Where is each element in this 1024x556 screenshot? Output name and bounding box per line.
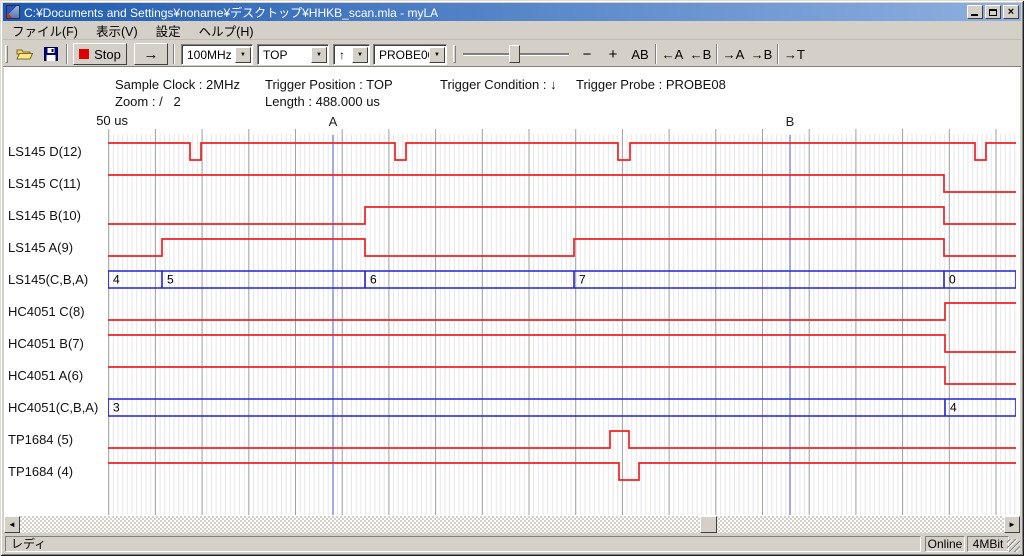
slider-thumb[interactable]	[509, 45, 520, 63]
trigger-condition-info: Trigger Condition : ↓	[440, 77, 557, 92]
sample-clock-combo[interactable]: 100MHz ▼	[181, 44, 253, 65]
menu-settings[interactable]: 設定	[147, 19, 190, 42]
scrollbar-thumb[interactable]	[700, 516, 717, 533]
open-folder-icon	[16, 47, 34, 61]
resize-grip[interactable]	[1007, 539, 1020, 552]
signal-label: HC4051 B(7)	[8, 328, 108, 360]
app-icon	[6, 5, 20, 19]
floppy-icon	[44, 47, 58, 61]
svg-text:3: 3	[113, 401, 120, 415]
set-marker-a-button[interactable]: →A	[720, 43, 747, 65]
chevron-down-icon[interactable]: ▼	[311, 47, 327, 63]
menu-file[interactable]: ファイル(F)	[3, 19, 87, 42]
signal-label: TP1684 (4)	[8, 456, 108, 488]
toolbar-separator	[777, 44, 779, 64]
status-online-badge: Online	[925, 536, 965, 552]
signal-label: LS145 C(11)	[8, 168, 108, 200]
menu-view[interactable]: 表示(V)	[87, 19, 147, 42]
svg-text:B: B	[786, 114, 795, 129]
chevron-down-icon[interactable]: ▼	[352, 47, 368, 63]
toolbar-separator	[66, 44, 68, 64]
stop-button[interactable]: Stop	[73, 43, 127, 65]
svg-text:0: 0	[949, 273, 956, 287]
save-button[interactable]	[39, 43, 63, 65]
scroll-right-button[interactable]: ►	[1004, 516, 1020, 533]
sample-clock-info: Sample Clock : 2MHz	[115, 77, 240, 92]
svg-text:5: 5	[167, 273, 174, 287]
scroll-left-icon: ◄	[8, 520, 16, 529]
trigger-probe-info: Trigger Probe : PROBE08	[576, 77, 726, 92]
goto-trigger-button[interactable]: →T	[781, 43, 808, 65]
horizontal-scrollbar[interactable]: ◄ ►	[4, 516, 1020, 533]
signal-label: TP1684 (5)	[8, 424, 108, 456]
scroll-right-icon: ►	[1008, 520, 1016, 529]
trigger-position-combo[interactable]: TOP ▼	[257, 44, 329, 65]
goto-marker-b-button[interactable]: ←B	[687, 43, 714, 65]
svg-text:4: 4	[950, 401, 957, 415]
open-file-button[interactable]	[13, 43, 37, 65]
signal-label: HC4051 A(6)	[8, 360, 108, 392]
run-arrow-icon: →	[144, 46, 159, 63]
svg-text:A: A	[329, 114, 338, 129]
ab-button[interactable]: AB	[627, 43, 653, 65]
status-memory-badge: 4MBit	[967, 536, 1009, 552]
status-message: レディ	[5, 536, 921, 552]
toolbar-gripper[interactable]	[453, 45, 456, 63]
minimize-icon	[971, 14, 978, 16]
chevron-down-icon[interactable]: ▼	[429, 47, 445, 63]
run-button[interactable]: →	[134, 43, 168, 65]
waveform-view: Sample Clock : 2MHz Trigger Position : T…	[4, 67, 1020, 516]
signal-label: LS145(C,B,A)	[8, 264, 108, 296]
close-button[interactable]: ×	[1003, 5, 1019, 19]
toolbar-separator	[173, 44, 175, 64]
status-bar: レディ Online 4MBit	[3, 534, 1021, 553]
maximize-icon	[989, 9, 997, 16]
menu-help[interactable]: ヘルプ(H)	[190, 19, 263, 42]
svg-text:7: 7	[579, 273, 586, 287]
chevron-down-icon[interactable]: ▼	[235, 47, 251, 63]
scroll-left-button[interactable]: ◄	[4, 516, 20, 533]
goto-marker-a-button[interactable]: ←A	[659, 43, 686, 65]
zoom-slider[interactable]	[463, 43, 569, 65]
length-info: Length : 488.000 us	[265, 94, 380, 109]
zoom-in-button[interactable]: +	[601, 43, 625, 65]
toolbar-gripper[interactable]	[5, 45, 8, 63]
signal-label: LS145 B(10)	[8, 200, 108, 232]
toolbar-separator	[716, 44, 718, 64]
signal-label: LS145 D(12)	[8, 136, 108, 168]
set-marker-b-button[interactable]: →B	[748, 43, 775, 65]
svg-text:6: 6	[370, 273, 377, 287]
minimize-button[interactable]	[967, 5, 983, 19]
app-window: C:¥Documents and Settings¥noname¥デスクトップ¥…	[0, 0, 1024, 556]
svg-text:4: 4	[113, 273, 120, 287]
zoom-out-button[interactable]: −	[575, 43, 599, 65]
signal-label: HC4051(C,B,A)	[8, 392, 108, 424]
toolbar-separator	[655, 44, 657, 64]
stop-icon	[79, 49, 89, 59]
signal-label: HC4051 C(8)	[8, 296, 108, 328]
close-icon: ×	[1008, 7, 1014, 18]
probe-combo[interactable]: PROBE00 ▼	[373, 44, 447, 65]
zoom-info: Zoom : / 2	[115, 94, 181, 109]
maximize-button[interactable]	[985, 5, 1001, 19]
signal-label: LS145 A(9)	[8, 232, 108, 264]
menu-bar: ファイル(F) 表示(V) 設定 ヘルプ(H)	[3, 21, 1021, 40]
trigger-edge-combo[interactable]: ↑ ▼	[333, 44, 370, 65]
waveform-canvas[interactable]: A B 4 5 6 7 0 3 4	[108, 112, 1016, 515]
trigger-position-info: Trigger Position : TOP	[265, 77, 393, 92]
toolbar: Stop → 100MHz ▼ TOP ▼ ↑ ▼ PROBE00 ▼ − +	[3, 41, 1021, 67]
